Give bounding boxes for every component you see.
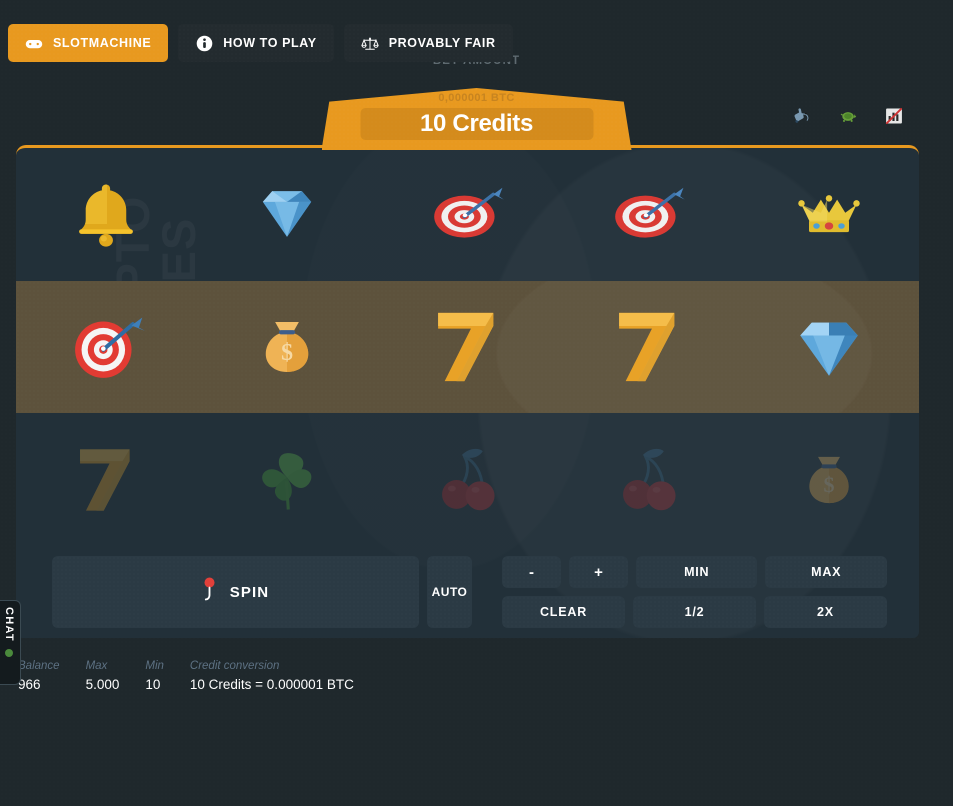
svg-text:$: $ xyxy=(823,472,834,497)
balance-value: 966 xyxy=(18,677,41,692)
bet-amount-btc: 0,000001 BTC xyxy=(438,92,515,104)
reel-cell-bell xyxy=(16,148,197,281)
slot-machine-panel: CRYPTO GAMES xyxy=(16,145,919,638)
speed-controls xyxy=(791,105,905,127)
decrease-bet-label: - xyxy=(528,563,534,581)
reel-cell-clover xyxy=(197,413,378,546)
reel-row-top xyxy=(16,148,919,281)
auto-button-label: AUTO xyxy=(431,585,468,599)
decrease-bet-button[interactable]: - xyxy=(502,556,561,588)
reel-cell-cherries xyxy=(558,413,739,546)
turtle-slow-icon[interactable] xyxy=(837,105,859,127)
reel-cell-cherries xyxy=(377,413,558,546)
max-bet-button[interactable]: MAX xyxy=(765,556,887,588)
max-stat: Max 5.000 xyxy=(86,660,120,692)
double-bet-button[interactable]: 2X xyxy=(764,596,887,628)
reel-cell-crown xyxy=(738,148,919,281)
credit-conversion-stat: Credit conversion 10 Credits = 0.000001 … xyxy=(190,660,354,692)
reel-row-middle-winning: $ xyxy=(16,280,919,414)
bet-adjust-row-2: CLEAR 1/2 2X xyxy=(502,596,887,628)
half-bet-button[interactable]: 1/2 xyxy=(633,596,756,628)
min-bet-label: MIN xyxy=(684,565,710,579)
reel-cell-seven xyxy=(16,413,197,546)
tab-slotmachine-label: SLOTMACHINE xyxy=(53,36,152,50)
max-label: Max xyxy=(85,660,108,672)
min-label: Min xyxy=(145,660,164,672)
reel-cell-seven xyxy=(377,281,558,414)
chat-tab[interactable]: CHAT xyxy=(0,600,21,685)
clear-bet-button[interactable]: CLEAR xyxy=(502,596,625,628)
tab-slotmachine[interactable]: SLOTMACHINE xyxy=(8,24,169,62)
spin-button[interactable]: SPIN xyxy=(52,556,419,628)
balance-stat: Balance 966 xyxy=(18,660,60,692)
reel-cell-seven xyxy=(558,281,739,414)
increase-bet-label: + xyxy=(594,563,603,581)
tab-provably-fair-label: PROVABLY FAIR xyxy=(388,36,496,50)
chat-tab-label: CHAT xyxy=(3,607,15,642)
min-value: 10 xyxy=(145,677,161,692)
svg-text:$: $ xyxy=(281,340,293,366)
info-icon xyxy=(195,34,213,52)
credit-conversion-label: Credit conversion xyxy=(189,660,280,672)
reel-cell-dartboard xyxy=(558,148,739,281)
tab-how-to-play[interactable]: HOW TO PLAY xyxy=(178,24,334,62)
reel-row-bottom: $ xyxy=(16,413,919,546)
double-bet-label: 2X xyxy=(817,605,834,619)
top-navigation: SLOTMACHINE HOW TO PLAY PROVABLY FAIR xyxy=(8,24,513,62)
min-bet-button[interactable]: MIN xyxy=(635,556,758,588)
gamepad-icon xyxy=(25,34,43,52)
tab-how-to-play-label: HOW TO PLAY xyxy=(223,36,317,50)
bet-adjust-row-1: - + MIN MAX xyxy=(502,556,887,588)
bet-amount-value: 10 Credits xyxy=(419,110,534,137)
bet-adjust-grid: - + MIN MAX CLEAR 1/2 2X xyxy=(502,556,887,628)
balance-label: Balance xyxy=(18,660,60,672)
reel-cell-diamond xyxy=(738,281,919,414)
bet-amount-input[interactable]: 10 Credits xyxy=(360,108,593,140)
spin-button-label: SPIN xyxy=(229,583,270,601)
reel-cell-dartboard xyxy=(16,281,197,414)
clear-bet-label: CLEAR xyxy=(539,605,588,619)
max-value: 5.000 xyxy=(85,677,120,692)
rabbit-fast-icon[interactable] xyxy=(791,105,813,127)
reel-cell-diamond xyxy=(197,148,378,281)
reel-cell-moneybag: $ xyxy=(197,281,378,414)
reel-cell-moneybag: $ xyxy=(738,413,919,546)
status-bar: Balance 966 Max 5.000 Min 10 Credit conv… xyxy=(18,660,354,692)
increase-bet-button[interactable]: + xyxy=(568,556,628,588)
min-stat: Min 10 xyxy=(145,660,164,692)
slot-lever-icon xyxy=(202,577,217,607)
credit-conversion-value: 10 Credits = 0.000001 BTC xyxy=(189,677,354,692)
chart-muted-icon[interactable] xyxy=(883,105,905,127)
slot-reels: $ $ xyxy=(16,148,919,546)
reel-cell-dartboard xyxy=(377,148,558,281)
half-bet-label: 1/2 xyxy=(684,605,705,619)
auto-button[interactable]: AUTO xyxy=(427,556,472,628)
tab-provably-fair[interactable]: PROVABLY FAIR xyxy=(343,24,513,62)
scales-icon xyxy=(360,34,379,52)
controls-bar: SPIN AUTO - + MIN MAX CLEAR 1/2 2X xyxy=(52,556,887,628)
online-status-dot xyxy=(5,648,13,657)
max-bet-label: MAX xyxy=(811,565,842,579)
